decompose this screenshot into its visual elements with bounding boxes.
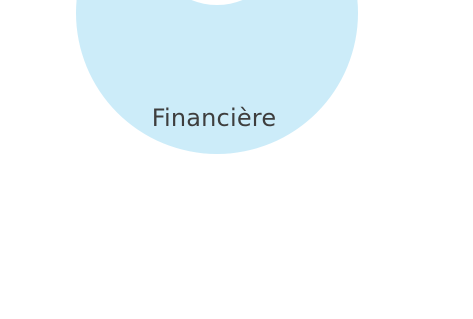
category-tile[interactable]: Financière [0,0,473,319]
category-label: Financière [151,104,277,132]
